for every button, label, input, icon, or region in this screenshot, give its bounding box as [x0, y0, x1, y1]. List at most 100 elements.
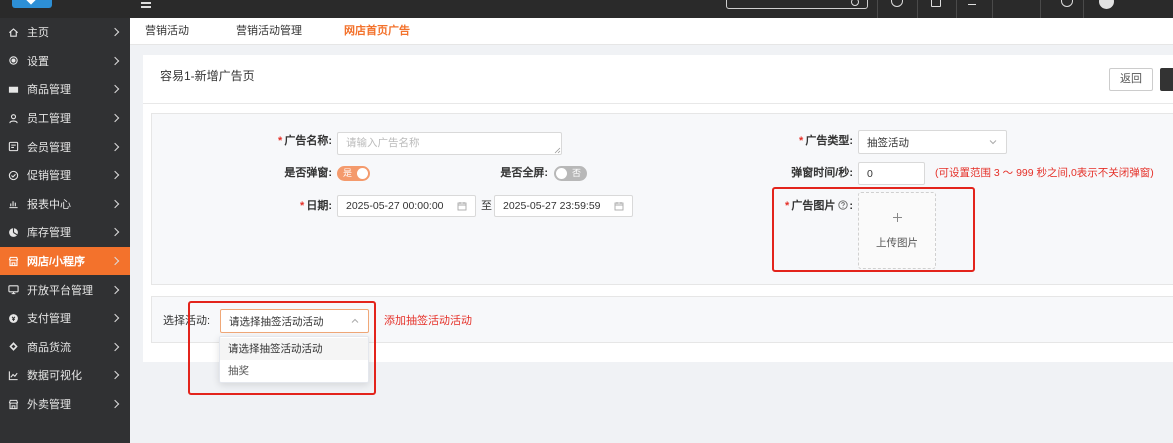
chevron-right-icon: [110, 371, 120, 380]
search-icon[interactable]: [851, 0, 859, 6]
ad-name-label: * 广告名称:: [232, 134, 332, 148]
date-end-input[interactable]: 2025-05-27 23:59:59: [494, 195, 633, 217]
sidebar-item-store[interactable]: 网店/小程序: [0, 246, 130, 276]
sidebar-item-logistics[interactable]: 商品货流: [0, 333, 130, 362]
chevron-right-icon: [110, 342, 120, 352]
toggle-knob: [357, 168, 368, 179]
tab-marketing-activities[interactable]: 营销活动: [145, 18, 189, 44]
activity-option[interactable]: 请选择抽签活动活动: [220, 338, 368, 360]
sidebar-item-settings[interactable]: 设置: [0, 47, 130, 76]
app-window: 主页设置商品管理 员工管理会员管理促销管理报表中心库存管理 网店/小程序开放平台管理…: [0, 0, 1173, 443]
product-icon: [8, 86, 19, 93]
date-start-input[interactable]: 2025-05-27 00:00:00: [337, 195, 476, 217]
date-separator: 至: [481, 200, 492, 212]
help-icon[interactable]: [838, 200, 848, 210]
plus-icon: [893, 213, 902, 222]
upload-text: 上传图片: [876, 237, 918, 249]
chevron-down-icon: [989, 140, 997, 145]
menu-icon[interactable]: [141, 2, 151, 8]
logistics-icon: [9, 342, 18, 352]
inventory-icon: [9, 228, 18, 237]
activity-select-value: 请选择抽签活动活动: [229, 315, 324, 328]
settings-icon[interactable]: [1061, 0, 1073, 7]
sidebar-item-label: 开放平台管理: [27, 284, 93, 297]
settings-icon: [9, 56, 18, 66]
platform-icon: [8, 285, 19, 295]
save-button[interactable]: [1160, 68, 1173, 91]
sidebar-item-report[interactable]: 报表中心: [0, 190, 130, 219]
document-icon[interactable]: [931, 0, 941, 7]
staff-icon: [9, 113, 18, 123]
date-end-value: 2025-05-27 23:59:59: [503, 200, 601, 212]
sidebar-item-chart[interactable]: 数据可视化: [0, 361, 130, 390]
sidebar-nav: 主页设置商品管理 员工管理会员管理促销管理报表中心库存管理 网店/小程序开放平台管理…: [0, 18, 130, 443]
chevron-right-icon: [110, 285, 120, 294]
payment-icon: [9, 313, 18, 323]
sidebar-item-label: 报表中心: [27, 198, 71, 211]
sidebar-item-label: 会员管理: [27, 141, 71, 154]
sidebar-item-member[interactable]: 会员管理: [0, 132, 130, 161]
fullscreen-toggle-text: 否: [571, 168, 581, 178]
logo[interactable]: [12, 0, 52, 8]
chevron-right-icon: [110, 199, 120, 209]
sidebar-item-staff[interactable]: 员工管理: [0, 104, 130, 133]
sidebar-item-payment[interactable]: 支付管理: [0, 304, 130, 333]
popup-toggle-text: 是: [343, 168, 353, 178]
sidebar-item-promotion[interactable]: 促销管理: [0, 161, 130, 190]
tab-marketing-activity-management[interactable]: 营销活动管理: [236, 18, 302, 44]
date-start-value: 2025-05-27 00:00:00: [346, 200, 444, 212]
avatar[interactable]: [1099, 0, 1114, 9]
activity-label: 选择活动:: [163, 315, 211, 327]
required-mark: *: [300, 200, 305, 212]
tab-store-home-ads[interactable]: 网店首页广告: [344, 18, 410, 44]
back-button[interactable]: 返回: [1109, 68, 1153, 91]
sidebar-item-platform[interactable]: 开放平台管理: [0, 275, 130, 304]
ad-type-value: 抽签活动: [867, 136, 909, 149]
ad-image-label-text: 广告图片: [791, 200, 836, 212]
chevron-right-icon: [110, 171, 120, 180]
sidebar-item-label: 设置: [27, 55, 49, 68]
sidebar-item-label: 支付管理: [27, 313, 71, 326]
chevron-right-icon: [110, 256, 120, 266]
sidebar-item-label: 外卖管理: [27, 399, 71, 412]
sidebar-item-delivery[interactable]: 外卖管理: [0, 390, 130, 419]
download-icon[interactable]: [968, 0, 976, 5]
sidebar-item-product[interactable]: 商品管理: [0, 75, 130, 104]
chevron-right-icon: [110, 228, 120, 237]
calendar-icon: [614, 202, 624, 211]
sidebar-item-label: 商品货流: [27, 341, 71, 354]
home-icon: [9, 28, 18, 37]
toolbar-divider: [992, 0, 993, 18]
toolbar-divider: [956, 0, 957, 18]
required-mark: *: [799, 135, 804, 147]
ad-image-label-colon: :: [849, 200, 853, 212]
tab-bar: 营销活动 营销活动管理 网店首页广告: [130, 18, 1173, 45]
activity-option[interactable]: 抽奖: [220, 360, 368, 382]
popup-toggle[interactable]: 是: [337, 166, 370, 181]
ad-name-input[interactable]: [337, 132, 562, 155]
help-icon[interactable]: [891, 0, 903, 7]
header-divider: [143, 103, 1173, 104]
chevron-right-icon: [110, 314, 120, 323]
activity-select[interactable]: 请选择抽签活动活动: [220, 309, 369, 333]
chart-icon: [8, 371, 18, 381]
resize-handle-icon[interactable]: [553, 146, 561, 154]
chevron-right-icon: [110, 56, 120, 66]
search-input[interactable]: [726, 0, 868, 9]
toolbar-divider: [917, 0, 918, 18]
popup-seconds-label: 弹窗时间/秒:: [791, 167, 853, 179]
sidebar-item-home[interactable]: 主页: [0, 18, 130, 47]
chevron-right-icon: [110, 113, 120, 123]
report-icon: [9, 201, 18, 209]
popup-seconds-input[interactable]: [858, 162, 925, 185]
chevron-right-icon: [110, 142, 120, 151]
ad-image-label: * 广告图片:: [713, 199, 853, 213]
sidebar-item-inventory[interactable]: 库存管理: [0, 218, 130, 247]
add-activity-link[interactable]: 添加抽签活动活动: [384, 314, 472, 328]
popup-seconds-hint: (可设置范围 3 ～ 999 秒之间,0表示不关闭弹窗): [935, 167, 1154, 179]
image-upload-button[interactable]: 上传图片: [858, 192, 936, 269]
chevron-right-icon: [110, 85, 120, 94]
fullscreen-toggle[interactable]: 否: [554, 166, 587, 181]
ad-type-select[interactable]: 抽签活动: [858, 130, 1007, 154]
toolbar-divider: [877, 0, 878, 18]
